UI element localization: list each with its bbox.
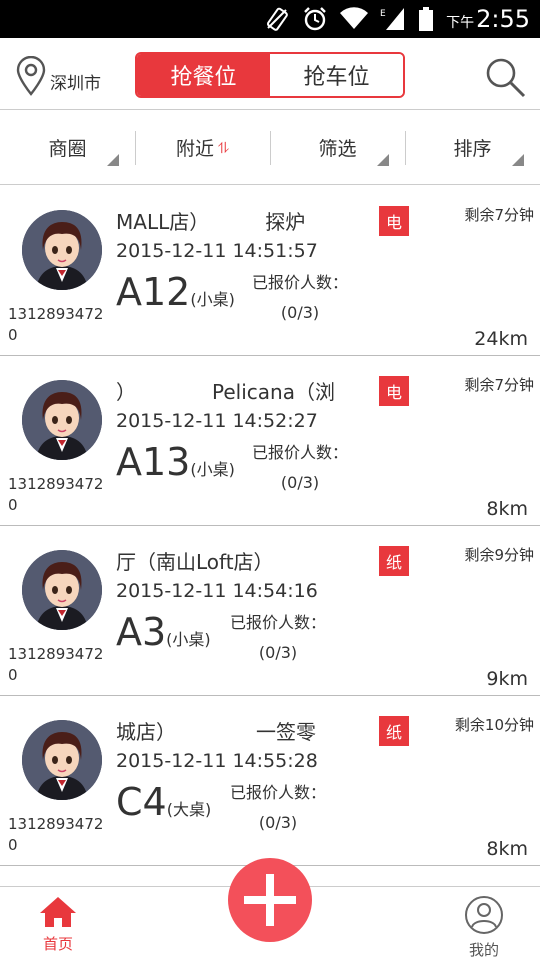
shop-name: 厅（南山Loft店） bbox=[116, 550, 274, 574]
mode-switch: 抢餐位 抢车位 bbox=[135, 52, 405, 98]
tab-grab-seat[interactable]: 抢餐位 bbox=[137, 54, 270, 96]
type-badge: 电 bbox=[379, 376, 409, 406]
clock: 2:55 bbox=[476, 5, 530, 33]
tab-home[interactable]: 首页 bbox=[34, 895, 82, 954]
filter-district[interactable]: 商圈 bbox=[0, 111, 135, 184]
list-item[interactable]: 13128934720 城店） 一签零 纸 剩余10分钟 2015-12-11 1… bbox=[0, 696, 540, 866]
phone-number: 13128934720 bbox=[8, 645, 104, 684]
tab-mine-label: 我的 bbox=[468, 941, 499, 959]
filter-nearby[interactable]: 附近 ⥮ bbox=[135, 111, 270, 184]
type-badge: 纸 bbox=[379, 716, 409, 746]
shop-name: 城店） 一签零 bbox=[116, 720, 316, 744]
avatar bbox=[22, 720, 102, 800]
shop-name: MALL店） 探炉 bbox=[116, 210, 306, 234]
home-icon bbox=[40, 897, 76, 927]
quote-count: 已报价人数： (0/3) bbox=[252, 273, 349, 322]
triangle-corner-icon bbox=[107, 154, 119, 166]
filter-label: 排序 bbox=[453, 138, 492, 160]
remaining-time: 剩余9分钟 bbox=[464, 546, 534, 564]
type-badge: 电 bbox=[379, 206, 409, 236]
avatar bbox=[22, 210, 102, 290]
sort-updown-icon: ⥮ bbox=[218, 138, 229, 157]
triangle-corner-icon bbox=[512, 154, 524, 166]
phone-number: 13128934720 bbox=[8, 305, 104, 344]
table-size: (小桌) bbox=[190, 290, 235, 309]
table-number: A3 (小桌) bbox=[116, 610, 211, 654]
location-selector[interactable]: 深圳市 bbox=[14, 56, 101, 96]
list-item[interactable]: 13128934720 ） Pelicana（浏 电 剩余7分钟 2015-12-… bbox=[0, 356, 540, 526]
filter-sort[interactable]: 排序 bbox=[405, 111, 540, 184]
wifi-icon bbox=[340, 7, 369, 30]
svg-text:E: E bbox=[380, 9, 386, 19]
avatar bbox=[22, 550, 102, 630]
order-time: 2015-12-11 14:51:57 bbox=[116, 240, 318, 262]
plus-icon bbox=[244, 874, 296, 926]
distance: 8km bbox=[486, 498, 528, 520]
table-number: A12 (小桌) bbox=[116, 270, 235, 314]
quote-count: 已报价人数： (0/3) bbox=[230, 613, 327, 662]
order-time: 2015-12-11 14:54:16 bbox=[116, 580, 318, 602]
table-size: (大桌) bbox=[166, 800, 212, 819]
avatar bbox=[22, 380, 102, 460]
filter-screen[interactable]: 筛选 bbox=[270, 111, 405, 184]
signal-icon: E bbox=[380, 8, 405, 30]
vibrate-icon bbox=[267, 7, 288, 31]
battery-icon bbox=[419, 7, 434, 31]
user-profile-icon bbox=[465, 896, 503, 934]
location-pin-icon bbox=[16, 56, 46, 96]
table-number: A13 (小桌) bbox=[116, 440, 235, 484]
alarm-icon bbox=[304, 7, 326, 31]
table-number: C4 (大桌) bbox=[116, 780, 212, 824]
distance: 8km bbox=[486, 838, 528, 860]
clock-prefix: 下午 bbox=[446, 15, 475, 31]
triangle-corner-icon bbox=[377, 154, 389, 166]
order-list: 13128934720 MALL店） 探炉 电 剩余7分钟 2015-12-11 … bbox=[0, 186, 540, 886]
type-badge: 纸 bbox=[379, 546, 409, 576]
distance: 9km bbox=[486, 668, 528, 690]
quote-count: 已报价人数： (0/3) bbox=[252, 443, 349, 492]
tab-mine[interactable]: 我的 bbox=[460, 895, 508, 960]
header: 深圳市 抢餐位 抢车位 bbox=[0, 38, 540, 110]
remaining-time: 剩余10分钟 bbox=[454, 716, 534, 734]
shop-name: ） Pelicana（浏 bbox=[116, 380, 335, 404]
phone-number: 13128934720 bbox=[8, 475, 104, 514]
table-size: (小桌) bbox=[190, 460, 235, 479]
list-item[interactable]: 13128934720 厅（南山Loft店） 纸 剩余9分钟 2015-12-1… bbox=[0, 526, 540, 696]
search-icon[interactable] bbox=[484, 56, 526, 98]
remaining-time: 剩余7分钟 bbox=[464, 376, 534, 394]
table-size: (小桌) bbox=[166, 630, 211, 649]
remaining-time: 剩余7分钟 bbox=[464, 206, 534, 224]
tab-grab-parking[interactable]: 抢车位 bbox=[270, 54, 403, 96]
status-bar: E 下午 2:55 bbox=[0, 0, 540, 38]
tab-home-label: 首页 bbox=[42, 935, 73, 953]
phone-number: 13128934720 bbox=[8, 815, 104, 854]
order-time: 2015-12-11 14:55:28 bbox=[116, 750, 318, 772]
add-button[interactable] bbox=[228, 858, 312, 942]
list-item[interactable]: 13128934720 MALL店） 探炉 电 剩余7分钟 2015-12-11 … bbox=[0, 186, 540, 356]
order-time: 2015-12-11 14:52:27 bbox=[116, 410, 318, 432]
filter-bar: 商圈 附近 ⥮ 筛选 排序 bbox=[0, 111, 540, 185]
distance: 24km bbox=[474, 328, 528, 350]
filter-label: 附近 bbox=[176, 138, 215, 160]
city-label: 深圳市 bbox=[50, 73, 101, 94]
quote-count: 已报价人数： (0/3) bbox=[230, 783, 327, 832]
filter-label: 筛选 bbox=[318, 138, 357, 160]
filter-label: 商圈 bbox=[48, 138, 87, 160]
